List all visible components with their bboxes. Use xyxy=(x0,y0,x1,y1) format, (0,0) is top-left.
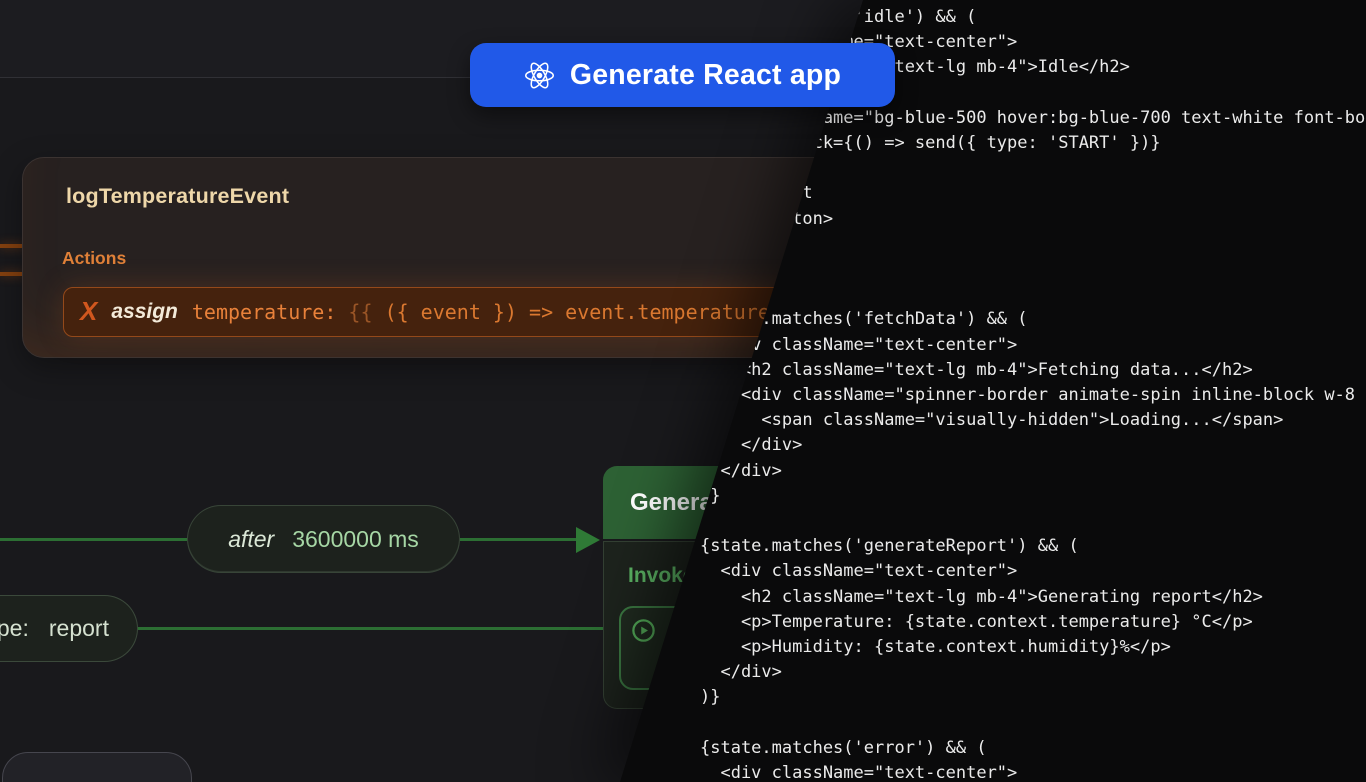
event-node-title: logTemperatureEvent xyxy=(66,184,289,209)
actions-label: Actions xyxy=(62,248,126,269)
after-transition-edge-left xyxy=(0,538,187,541)
invoke-actor-button[interactable] xyxy=(619,606,751,690)
after-delay-value: 3600000 ms xyxy=(292,526,419,553)
invoke-label: Invoke xyxy=(628,564,695,588)
state-node-generate-report[interactable]: GenerateReport Invoke xyxy=(603,466,865,711)
circle-play-icon xyxy=(630,617,657,644)
event-pill-value: report xyxy=(49,615,109,642)
assign-keyword: assign xyxy=(111,300,178,324)
react-logo-icon xyxy=(524,60,555,91)
app-root: logTemperatureEvent Actions X assign tem… xyxy=(0,0,1366,782)
partial-node-bottom-left[interactable] xyxy=(2,752,192,782)
event-node-card[interactable]: logTemperatureEvent Actions X assign tem… xyxy=(22,157,876,358)
after-keyword: after xyxy=(228,526,274,553)
report-transition-edge xyxy=(137,627,603,630)
action-target: temperature: xyxy=(192,300,337,324)
generate-react-app-button[interactable]: Generate React app xyxy=(470,43,895,107)
after-transition-edge-right xyxy=(460,538,578,541)
event-pill-prefix: type: xyxy=(0,615,29,642)
incoming-edge-stub-bottom xyxy=(0,272,24,276)
edge-arrowhead-icon xyxy=(576,527,600,553)
state-machine-canvas[interactable]: logTemperatureEvent Actions X assign tem… xyxy=(0,0,1366,782)
event-pill-report[interactable]: type: report xyxy=(0,595,138,662)
action-code: temperature: {{ ({ event }) => event.tem… xyxy=(192,300,806,324)
after-transition-pill[interactable]: after 3600000 ms xyxy=(187,505,460,573)
incoming-edge-stub-top xyxy=(0,244,24,248)
state-node-header[interactable]: GenerateReport xyxy=(603,466,865,539)
generate-button-label: Generate React app xyxy=(570,59,841,92)
action-expr-open: {{ xyxy=(348,300,372,324)
assign-action-row[interactable]: X assign temperature: {{ ({ event }) => … xyxy=(63,287,855,337)
state-node-body: Invoke xyxy=(603,541,865,709)
action-expr: ({ event }) => event.temperature }} xyxy=(385,300,806,324)
xstate-x-icon: X xyxy=(80,298,97,324)
